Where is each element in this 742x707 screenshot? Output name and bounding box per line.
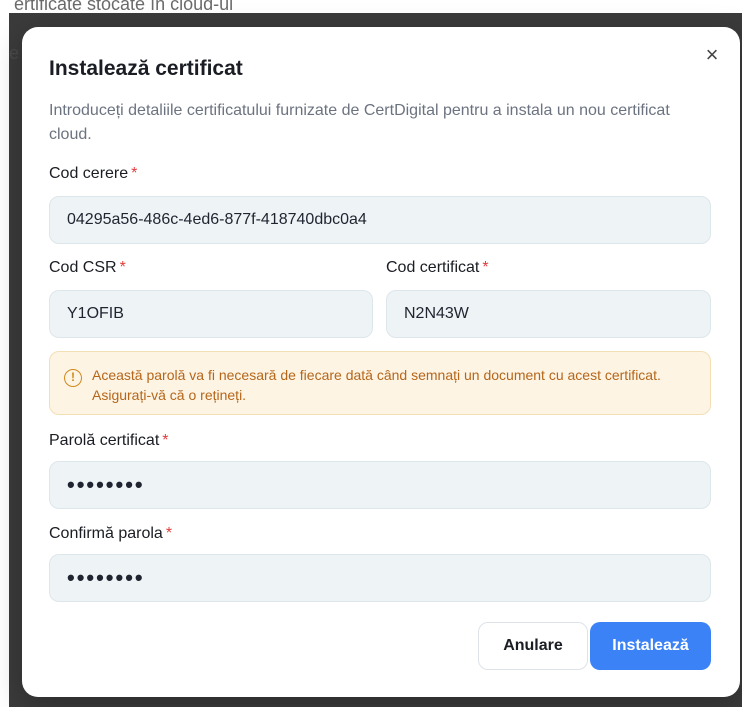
password-label: Parolă certificat * [49,432,169,450]
dialog-description: Introduceți detaliile certificatului fur… [49,102,670,143]
required-marker: * [482,259,489,276]
confirm-password-input[interactable]: •••••••• [49,554,711,602]
csr-code-label: Cod CSR * [49,259,126,277]
password-warning-alert: ! Această parolă va fi necesară de fieca… [49,351,711,415]
required-marker: * [119,259,126,276]
certificate-code-label: Cod certificat * [386,259,489,277]
confirm-password-label-text: Confirmă parola [49,525,163,542]
confirm-password-label: Confirmă parola * [49,525,172,543]
password-input[interactable]: •••••••• [49,461,711,509]
dialog-title: Instalează certificat [49,57,243,80]
certificate-code-input[interactable]: N2N43W [386,290,711,338]
warning-text: Această parolă va fi necesară de fiecare… [92,367,661,403]
required-marker: * [131,165,138,182]
install-button[interactable]: Instalează [590,622,711,670]
install-certificate-dialog: × Instalează certificat Introduceți deta… [22,27,740,697]
required-marker: * [162,432,169,449]
password-label-text: Parolă certificat [49,432,160,449]
cancel-button[interactable]: Anulare [478,622,588,670]
request-code-label: Cod cerere * [49,165,137,183]
close-icon[interactable]: × [698,41,726,69]
csr-code-input[interactable]: Y1OFIB [49,290,373,338]
background-text-fragment: e [9,43,20,63]
request-code-label-text: Cod cerere [49,165,129,182]
warning-circle-icon: ! [64,369,82,387]
certificate-code-label-text: Cod certificat [386,259,480,276]
required-marker: * [165,525,173,542]
csr-code-label-text: Cod CSR [49,259,117,276]
request-code-input[interactable]: 04295a56-486c-4ed6-877f-418740dbc0a4 [49,196,711,244]
